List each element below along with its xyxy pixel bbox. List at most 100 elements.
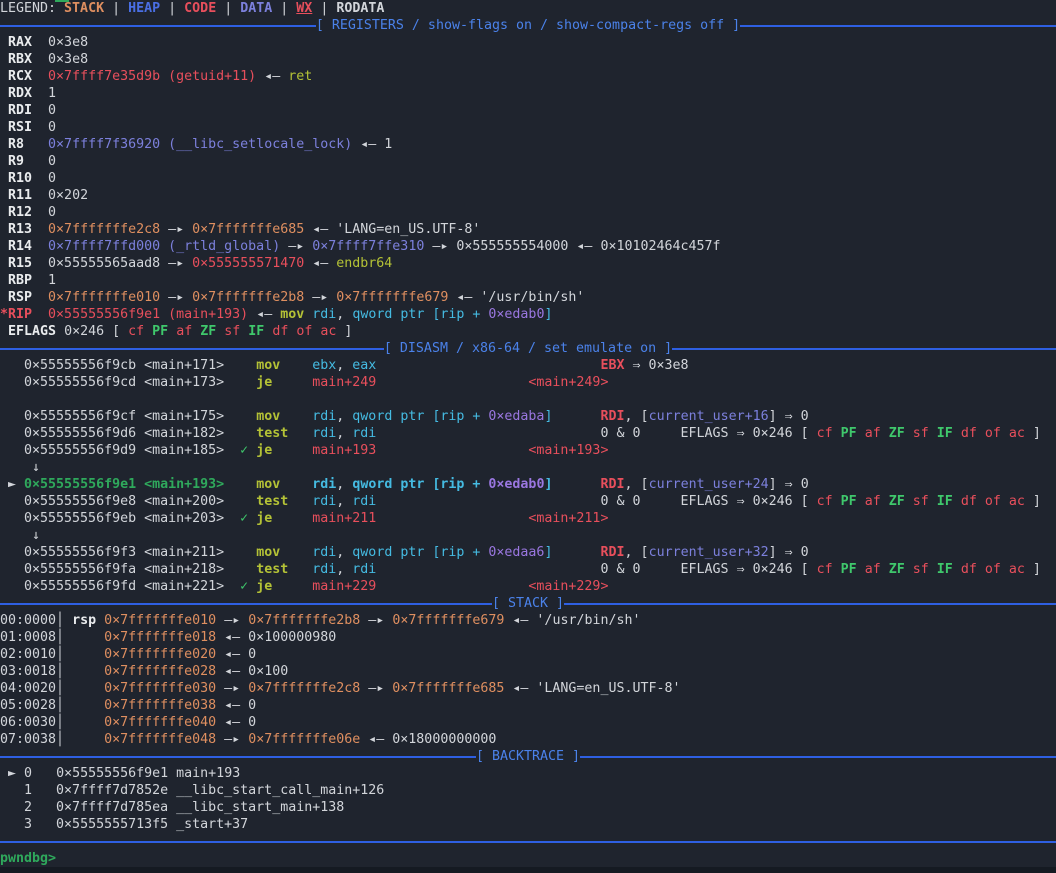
section-rule-line [0, 25, 316, 27]
text-segment [272, 443, 312, 458]
address: 0×55555556f9e8 <main+200> [0, 494, 256, 509]
text-segment: IF [937, 426, 961, 441]
operands: main+229 [312, 579, 528, 594]
text-segment: —▸ [360, 613, 392, 628]
section-rule-line [0, 756, 476, 758]
disasm-blank-1 [0, 391, 1056, 408]
text-segment: sf [913, 426, 937, 441]
annotation-value: ] ⇒ 0 [769, 545, 809, 560]
register-name: RCX [0, 69, 48, 84]
stack-row-1: 01:0008│ 0×7fffffffe018 ◂— 0×100000980 [0, 629, 1056, 646]
annotation-value: ] ⇒ 0 [769, 477, 809, 492]
address: 0×55555556f9f3 <main+211> [0, 545, 256, 560]
operands: rdi [312, 545, 336, 560]
disasm-main-203: 0×55555556f9eb <main+203> ✓ je main+211 … [0, 510, 1056, 527]
register-name: *RIP [0, 307, 32, 322]
text-segment: ◂— [256, 69, 288, 84]
terminal-bottom-padding [0, 867, 1056, 873]
terminal[interactable]: LEGEND: STACK | HEAP | CODE | DATA | WX … [0, 0, 1056, 873]
backtrace-frame-3: 3 0×5555555713f5 _start+37 [0, 816, 1056, 833]
text-segment: ] [1025, 562, 1041, 577]
disasm-main-182: 0×55555556f9d6 <main+182> test rdi, rdi … [0, 425, 1056, 442]
stack-offset: 06:0030│ [0, 715, 104, 730]
backtrace-frame-1: 1 0×7ffff7d7852e __libc_start_call_main+… [0, 782, 1056, 799]
text-segment: , [336, 494, 352, 509]
text-segment: —▸ [280, 239, 312, 254]
reg-r15: R15 0×55555565aad8 —▸ 0×555555571470 ◂— … [0, 255, 1056, 272]
stack-register: rsp [72, 613, 96, 628]
text-segment [280, 545, 312, 560]
pointer-target-2: 0×7fffffffe679 [392, 613, 504, 628]
pointer-target: 0×7fffffffe06e [248, 732, 360, 747]
text-segment: qword ptr [rip + [352, 307, 488, 322]
text-segment: ZF [889, 562, 913, 577]
text-segment: df [961, 562, 985, 577]
register-name: RDI [0, 103, 48, 118]
frame-location: 0×7ffff7d7852e __libc_start_call_main+12… [56, 783, 384, 798]
stack-row-7: 07:0038│ 0×7fffffffe048 —▸ 0×7fffffffe06… [0, 731, 1056, 748]
text-segment: ZF [200, 324, 224, 339]
reg-rsp: RSP 0×7fffffffe010 —▸ 0×7fffffffe2b8 —▸ … [0, 289, 1056, 306]
address: 0×55555556f9cf <main+175> [0, 409, 256, 424]
text-segment: , [ [625, 409, 649, 424]
register-value: 0×3e8 [48, 35, 88, 50]
text-segment: —▸ [160, 290, 192, 305]
text-segment: 0×edab0 [488, 477, 544, 492]
frame-location: 0×55555556f9e1 main+193 [56, 766, 240, 781]
address: 0×55555556f9cd <main+173> [0, 375, 256, 390]
disasm-main-171: 0×55555556f9cb <main+171> mov ebx, eax E… [0, 357, 1056, 374]
jump-arrow: ↓ [0, 460, 40, 475]
section-rule-line [740, 25, 1056, 27]
stack-offset: 00:0000│ [0, 613, 72, 628]
register-value: 0×7ffff7f36920 (__libc_setlocale_lock) [48, 137, 352, 152]
register-name: R11 [0, 188, 48, 203]
text-segment: , [336, 562, 352, 577]
register-name: RDX [0, 86, 48, 101]
register-value: 0×3e8 [48, 52, 88, 67]
address: 0×55555556f9d6 <main+182> [0, 426, 256, 441]
branch-taken-check: ✓ [240, 579, 256, 594]
disasm-main-200: 0×55555556f9e8 <main+200> test rdi, rdi … [0, 493, 1056, 510]
operands: main+211 [312, 511, 528, 526]
stack-offset: 04:0020│ [0, 681, 104, 696]
deref-value: endbr64 [336, 256, 392, 271]
deref-value: ◂— 'LANG=en_US.UTF-8' [304, 222, 480, 237]
reg-rip: *RIP 0×55555556f9e1 (main+193) ◂— mov rd… [0, 306, 1056, 323]
mnemonic: je [256, 511, 272, 526]
previous-output-fragment [55, 0, 69, 2]
register-name: RSP [0, 290, 48, 305]
text-segment: IF [937, 562, 961, 577]
text-segment: rdi [352, 426, 600, 441]
text-segment: | [104, 1, 128, 16]
text-segment [552, 409, 600, 424]
text-segment: PF [841, 426, 865, 441]
register-value: 0 [48, 171, 56, 186]
frame-location: 0×7ffff7d785ea __libc_start_main+138 [56, 800, 344, 815]
reg-rbx: RBX 0×3e8 [0, 51, 1056, 68]
reg-r12: R12 0 [0, 204, 1056, 221]
stack-value: ◂— '/usr/bin/sh' [504, 613, 640, 628]
pointer-target-2: 0×7fffffffe679 [336, 290, 448, 305]
stack-value: ◂— 0 [216, 647, 256, 662]
stack-row-2: 02:0010│ 0×7fffffffe020 ◂— 0 [0, 646, 1056, 663]
operands: main+249 [312, 375, 528, 390]
register-name: R13 [0, 222, 48, 237]
annotation-symbol: current_user+24 [649, 477, 769, 492]
stack-row-5: 05:0028│ 0×7fffffffe038 ◂— 0 [0, 697, 1056, 714]
register-value: 0 [48, 154, 56, 169]
branch-taken-check: ✓ [240, 511, 256, 526]
disasm-jump-arrow-2: ↓ [0, 527, 1056, 544]
register-value: 1 [48, 273, 56, 288]
text-segment: IF [248, 324, 272, 339]
deref-value: —▸ 0×555555554000 ◂— 0×10102464c457f [424, 239, 720, 254]
annotation-value: ⇒ 0×3e8 [625, 358, 689, 373]
reg-r10: R10 0 [0, 170, 1056, 187]
address: 0×55555556f9d9 <main+185> [0, 443, 240, 458]
register-name: R9 [0, 154, 48, 169]
register-value: 0×55555565aad8 —▸ [48, 256, 192, 271]
text-segment: ◂— [304, 256, 336, 271]
disasm-main-175: 0×55555556f9cf <main+175> mov rdi, qword… [0, 408, 1056, 425]
text-segment [376, 358, 600, 373]
text-segment [96, 613, 104, 628]
stack-address: 0×7fffffffe048 [104, 732, 216, 747]
